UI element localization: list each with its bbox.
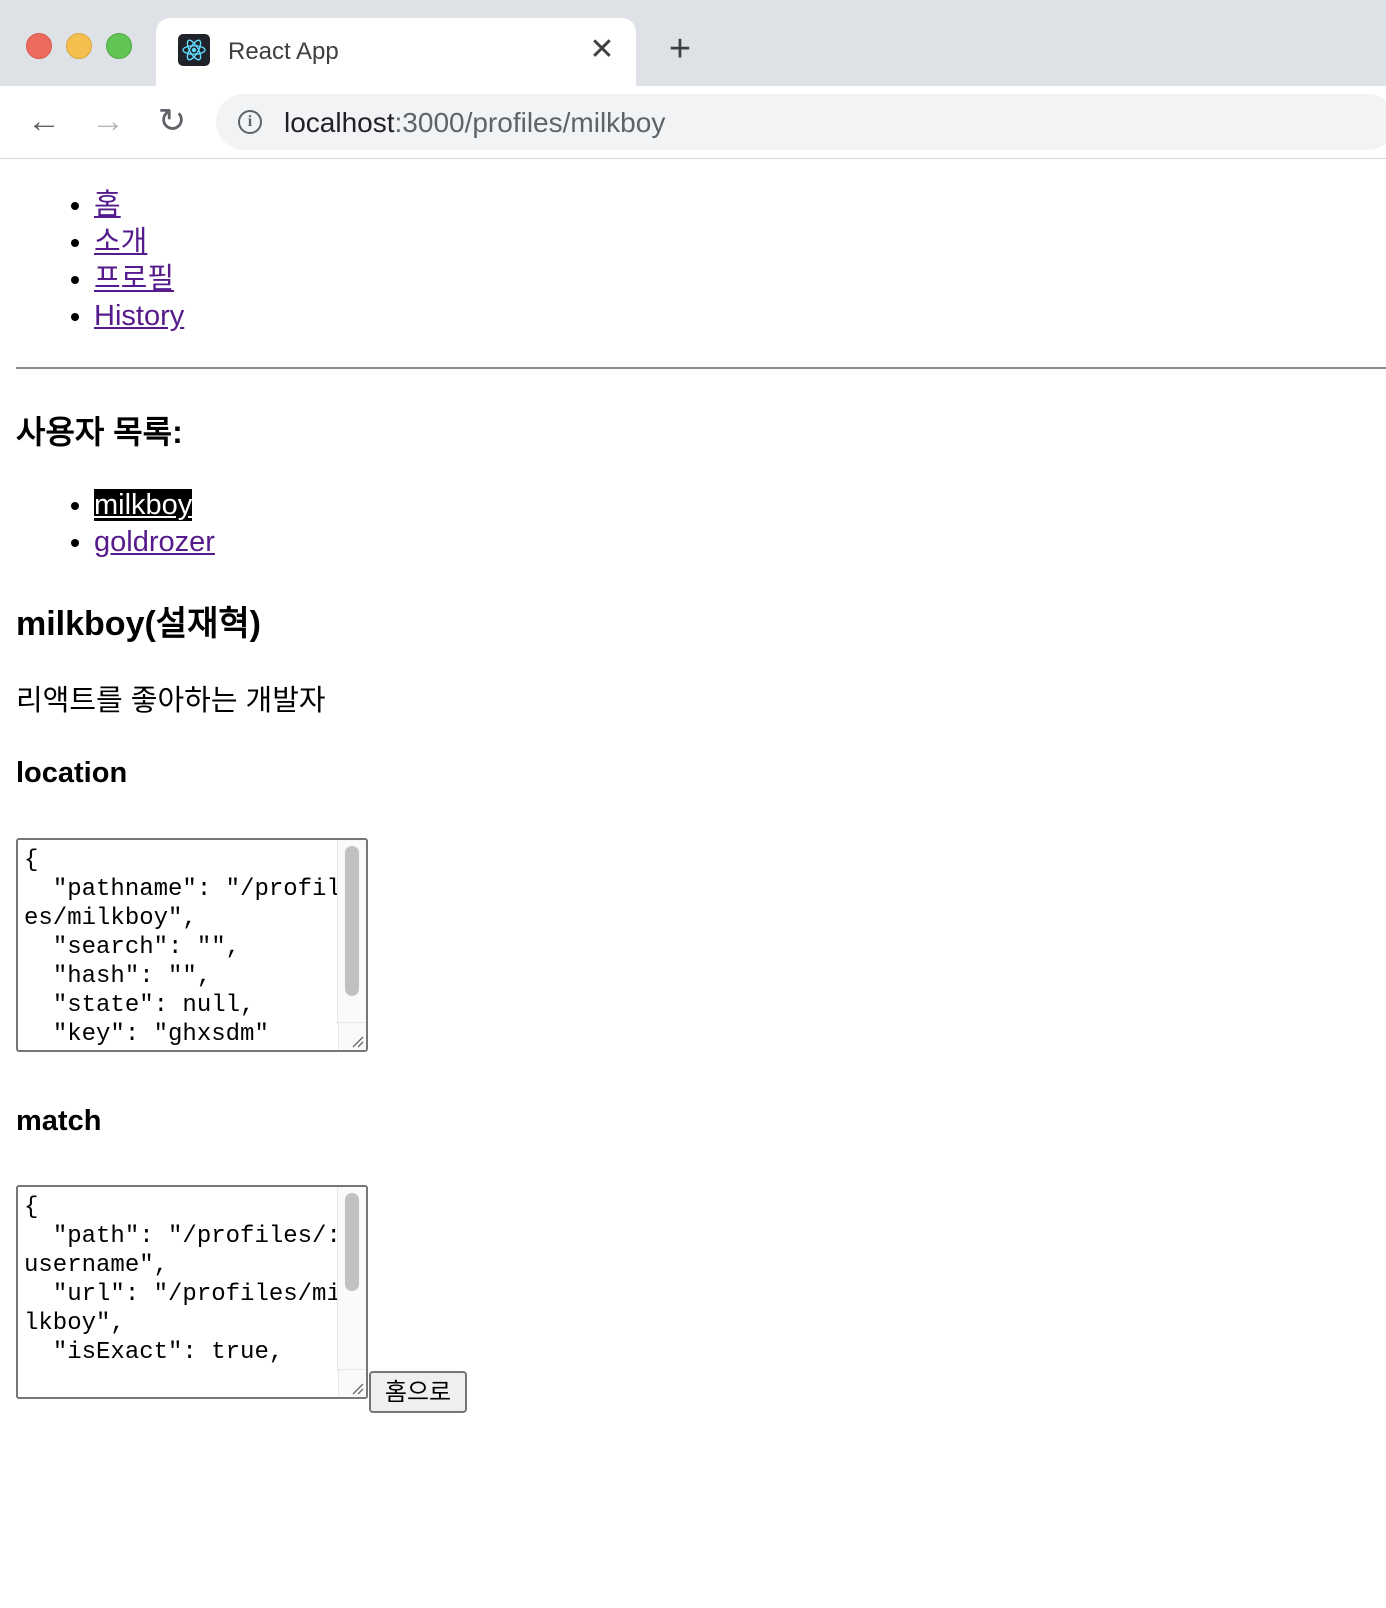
match-title: match (16, 1105, 102, 1137)
scroll-thumb[interactable] (345, 1193, 359, 1291)
minimize-window-button[interactable] (66, 33, 92, 59)
nav-link-home[interactable]: 홈 (94, 189, 121, 221)
profile-title: milkboy(설재혁) (16, 605, 261, 643)
nav-link-about[interactable]: 소개 (94, 226, 147, 258)
location-json: { "pathname": "/profiles/milkboy", "sear… (24, 847, 341, 1048)
match-textarea[interactable]: { "path": "/profiles/:username", "url": … (16, 1185, 368, 1399)
nav-link-history[interactable]: History (94, 300, 184, 332)
url-text[interactable]: localhost:3000/profiles/milkboy (284, 107, 665, 139)
plus-icon[interactable]: + (662, 30, 698, 68)
resize-grip-icon[interactable] (338, 1369, 366, 1397)
user-list-item: milkboy (94, 487, 215, 524)
scroll-thumb[interactable] (345, 846, 359, 996)
maximize-window-button[interactable] (106, 33, 132, 59)
back-arrow-icon[interactable]: ← (24, 102, 64, 142)
user-list: milkboy goldrozer (16, 487, 215, 561)
browser-tab[interactable]: React App ✕ (156, 18, 636, 86)
address-bar[interactable]: i localhost:3000/profiles/milkboy (216, 94, 1386, 150)
close-window-button[interactable] (26, 33, 52, 59)
user-list-title: 사용자 목록: (16, 414, 183, 450)
resize-grip-icon[interactable] (338, 1022, 366, 1050)
page-content: 홈 소개 프로필 History 사용자 목록: milkboy goldroz… (16, 159, 1386, 1413)
main-nav: 홈 소개 프로필 History (16, 187, 1386, 335)
match-json: { "path": "/profiles/:username", "url": … (24, 1194, 341, 1366)
match-scrollbar[interactable] (337, 1187, 366, 1371)
location-scrollbar[interactable] (337, 840, 366, 1024)
go-home-button[interactable]: 홈으로 (369, 1371, 467, 1413)
url-host: localhost (284, 107, 395, 138)
user-link-goldrozer[interactable]: goldrozer (94, 526, 215, 558)
nav-item-history: History (94, 298, 1386, 335)
nav-item-profile: 프로필 (94, 261, 1386, 298)
profile-description: 리액트를 좋아하는 개발자 (16, 685, 326, 717)
browser-chrome: React App ✕ + ← → ↻ i localhost:3000/pro… (0, 0, 1386, 159)
close-icon[interactable]: ✕ (586, 34, 618, 66)
location-textarea[interactable]: { "pathname": "/profiles/milkboy", "sear… (16, 838, 368, 1052)
info-icon[interactable]: i (238, 110, 262, 134)
tab-title: React App (228, 38, 339, 65)
user-link-milkboy[interactable]: milkboy (94, 489, 193, 521)
nav-item-home: 홈 (94, 187, 1386, 224)
nav-link-profile[interactable]: 프로필 (94, 263, 174, 295)
location-title: location (16, 757, 128, 789)
url-path: :3000/profiles/milkboy (394, 107, 666, 138)
user-list-item: goldrozer (94, 524, 215, 561)
nav-item-about: 소개 (94, 224, 1386, 261)
reload-icon[interactable]: ↻ (152, 102, 192, 142)
browser-toolbar: ← → ↻ i localhost:3000/profiles/milkboy (0, 86, 1386, 159)
react-logo-icon (178, 34, 210, 66)
divider (16, 367, 1386, 369)
forward-arrow-icon[interactable]: → (88, 102, 128, 142)
